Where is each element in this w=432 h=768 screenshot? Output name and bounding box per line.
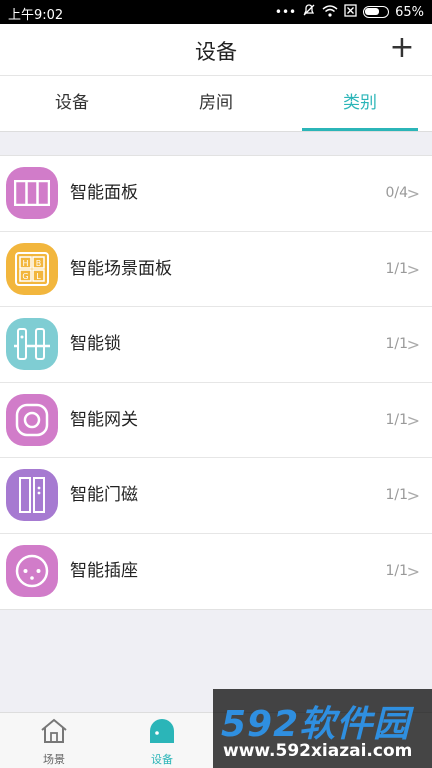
battery-level [365, 8, 380, 15]
scene-key-g: G [22, 272, 28, 281]
category-count: 1/1 [385, 487, 408, 503]
category-row-panel[interactable]: 智能面板 0/4 > [0, 156, 432, 232]
more-dots-icon: ••• [274, 5, 297, 19]
category-label: 智能插座 [70, 560, 138, 581]
gateway-icon [6, 393, 58, 446]
category-label: 智能场景面板 [70, 258, 172, 279]
category-list: 智能面板 0/4 > H B G L 智能场景面板 1/1 > 智能锁 1/1 … [0, 155, 432, 610]
door-sensor-icon [6, 469, 58, 521]
battery-icon [363, 6, 390, 18]
scene-key-h: H [22, 259, 28, 268]
app-header: 设备 + [0, 24, 432, 76]
chevron-right-icon: > [406, 561, 420, 581]
tab-devices[interactable]: 设备 [0, 76, 144, 131]
category-row-socket[interactable]: 智能插座 1/1 > [0, 534, 432, 610]
nav-devices[interactable]: 设备 [132, 717, 192, 767]
watermark-logo: 592软件园 [221, 704, 411, 745]
page-title: 设备 [195, 40, 237, 64]
scene-panel-icon: H B G L [6, 242, 58, 295]
category-row-scene-panel[interactable]: H B G L 智能场景面板 1/1 > [0, 232, 432, 307]
category-count: 1/1 [385, 562, 408, 579]
nav-scenes[interactable]: 场景 [24, 717, 84, 767]
nav-label: 设备 [151, 753, 173, 766]
category-count: 1/1 [385, 411, 408, 428]
tab-rooms[interactable]: 房间 [144, 76, 288, 131]
category-label: 智能网关 [70, 409, 138, 430]
chevron-right-icon: > [406, 410, 420, 430]
category-row-door-sensor[interactable]: 智能门磁 1/1 > [0, 458, 432, 534]
wifi-icon [322, 4, 338, 21]
panel-icon [6, 167, 58, 219]
category-label: 智能门磁 [70, 485, 138, 505]
socket-icon [6, 544, 58, 597]
chevron-right-icon: > [406, 486, 420, 505]
category-label: 智能面板 [70, 183, 138, 203]
category-row-gateway[interactable]: 智能网关 1/1 > [0, 383, 432, 458]
add-button[interactable]: + [388, 33, 416, 63]
battery-percent: 65% [395, 4, 424, 20]
lock-icon [6, 318, 58, 370]
no-sim-icon [344, 3, 357, 21]
status-time: 上午9:02 [8, 8, 64, 23]
chevron-right-icon: > [406, 335, 420, 354]
tab-bar: 设备 房间 类别 [0, 76, 432, 132]
home-icon [39, 718, 69, 749]
category-count: 1/1 [385, 260, 408, 277]
status-bar: 上午9:02 ••• 65% [0, 0, 432, 24]
nav-label: 场景 [43, 753, 65, 766]
category-label: 智能锁 [70, 334, 121, 354]
tab-categories[interactable]: 类别 [288, 76, 432, 131]
category-row-lock[interactable]: 智能锁 1/1 > [0, 307, 432, 383]
status-icons: ••• 65% [275, 3, 424, 21]
category-count: 0/4 [385, 185, 408, 201]
chevron-right-icon: > [406, 259, 420, 279]
category-count: 1/1 [385, 336, 408, 352]
mute-icon [302, 3, 316, 21]
scene-key-l: L [36, 272, 41, 281]
device-icon [147, 719, 177, 749]
scene-key-b: B [36, 259, 42, 268]
watermark: 592软件园 www.592xiazai.com [213, 689, 432, 768]
watermark-url: www.592xiazai.com [223, 741, 413, 761]
chevron-right-icon: > [406, 184, 420, 203]
